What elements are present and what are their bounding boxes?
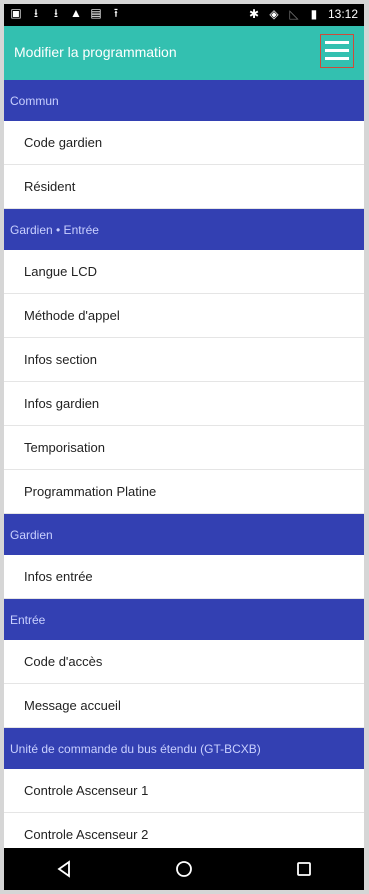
download-icon: ⭳	[33, 6, 39, 20]
system-icons: ✱ ◈ ◺ ▮ 13:12	[248, 7, 358, 21]
list-item[interactable]: Infos entrée	[4, 555, 364, 599]
vibrate-icon: ◈	[269, 7, 279, 21]
upload-icon: ⭱	[113, 6, 119, 20]
image-icon: ▣	[10, 6, 22, 20]
back-icon	[57, 860, 70, 878]
menu-button[interactable]	[320, 34, 354, 68]
section-header: Entrée	[4, 599, 364, 640]
section-header: Gardien • Entrée	[4, 209, 364, 250]
list-item[interactable]: Programmation Platine	[4, 470, 364, 514]
home-icon	[176, 861, 192, 877]
status-bar: ▣ ⭳ ⭳ ▲ ▤ ⭱ ✱ ◈ ◺ ▮ 13:12	[4, 4, 364, 26]
no-signal-icon: ◺	[289, 7, 299, 21]
recents-icon	[297, 862, 311, 876]
page-title: Modifier la programmation	[14, 44, 177, 60]
list-item[interactable]: Code gardien	[4, 121, 364, 165]
list-item[interactable]: Infos gardien	[4, 382, 364, 426]
hamburger-menu-icon	[325, 41, 349, 60]
bluetooth-icon: ✱	[248, 7, 259, 21]
drive-icon: ▲	[70, 6, 82, 20]
notification-icons: ▣ ⭳ ⭳ ▲ ▤ ⭱	[10, 7, 122, 19]
list-item[interactable]: Code d'accès	[4, 640, 364, 684]
navigation-bar	[4, 848, 364, 890]
list-item[interactable]: Langue LCD	[4, 250, 364, 294]
list-item[interactable]: Controle Ascenseur 1	[4, 769, 364, 813]
list-item[interactable]: Infos section	[4, 338, 364, 382]
download-icon: ⭳	[53, 6, 59, 20]
section-header: Unité de commande du bus étendu (GT-BCXB…	[4, 728, 364, 769]
calendar-icon: ▤	[90, 6, 102, 20]
app-bar: Modifier la programmation	[4, 26, 364, 80]
recents-button[interactable]	[284, 854, 324, 884]
list-item[interactable]: Temporisation	[4, 426, 364, 470]
clock: 13:12	[327, 7, 358, 21]
settings-list: Commun Code gardien Résident Gardien • E…	[4, 80, 364, 857]
battery-icon: ▮	[310, 7, 318, 21]
back-button[interactable]	[44, 854, 84, 884]
list-item[interactable]: Résident	[4, 165, 364, 209]
section-header: Commun	[4, 80, 364, 121]
list-item[interactable]: Méthode d'appel	[4, 294, 364, 338]
phone-screen: ▣ ⭳ ⭳ ▲ ▤ ⭱ ✱ ◈ ◺ ▮ 13:12 Modifier la pr…	[4, 4, 364, 890]
section-header: Gardien	[4, 514, 364, 555]
list-item[interactable]: Message accueil	[4, 684, 364, 728]
home-button[interactable]	[164, 854, 204, 884]
